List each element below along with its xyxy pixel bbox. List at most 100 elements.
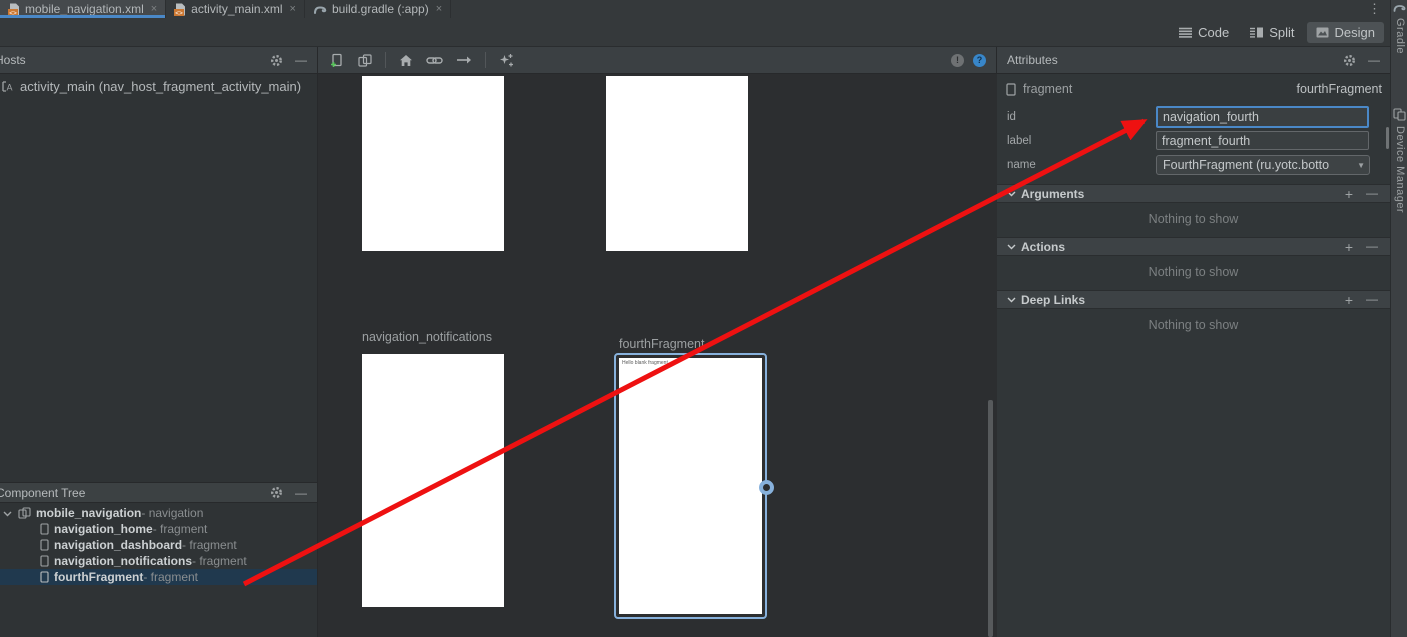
hide-panel-icon[interactable]: — bbox=[295, 54, 307, 66]
fragment-preview-dashboard[interactable] bbox=[606, 76, 748, 251]
deep-link-icon[interactable] bbox=[426, 55, 443, 66]
host-item-label: activity_main (nav_host_fragment_activit… bbox=[20, 79, 301, 94]
chevron-down-icon bbox=[1007, 295, 1016, 304]
tree-item-type: - fragment bbox=[192, 554, 247, 568]
tree-item-id: mobile_navigation bbox=[36, 506, 141, 520]
gear-icon[interactable] bbox=[270, 486, 283, 499]
close-icon[interactable]: × bbox=[434, 4, 442, 15]
nav-editor-toolbar: ! ? bbox=[318, 47, 997, 74]
remove-deep-link-icon[interactable]: — bbox=[1366, 293, 1378, 307]
fragment-preview-notifications[interactable] bbox=[362, 354, 504, 607]
tree-item-type: - fragment bbox=[143, 570, 198, 584]
tab-build-gradle[interactable]: build.gradle (:app) × bbox=[305, 0, 451, 18]
tab-overflow-icon[interactable]: ⋮ bbox=[1368, 1, 1381, 17]
component-type-label: fragment bbox=[1023, 82, 1072, 96]
id-field-input[interactable] bbox=[1156, 106, 1369, 128]
gradle-elephant-icon bbox=[1393, 3, 1406, 13]
svg-text:<>: <> bbox=[175, 10, 183, 16]
add-deep-link-icon[interactable]: + bbox=[1345, 293, 1353, 307]
hide-panel-icon[interactable]: — bbox=[295, 487, 307, 499]
gear-icon[interactable] bbox=[1343, 54, 1356, 67]
tree-item-fourthfragment[interactable]: fourthFragment - fragment bbox=[0, 569, 317, 585]
add-argument-icon[interactable]: + bbox=[1345, 187, 1353, 201]
tab-mobile-navigation-xml[interactable]: <> mobile_navigation.xml × bbox=[0, 0, 166, 18]
tree-item-navigation-dashboard[interactable]: navigation_dashboard - fragment bbox=[0, 537, 317, 553]
auto-arrange-icon[interactable] bbox=[499, 53, 514, 67]
tree-item-type: - fragment bbox=[182, 538, 237, 552]
code-view-label: Code bbox=[1198, 25, 1229, 40]
xml-file-icon: <> bbox=[174, 3, 186, 16]
label-field-input[interactable] bbox=[1156, 131, 1369, 150]
help-icon[interactable]: ? bbox=[973, 54, 986, 67]
action-arrow-icon[interactable] bbox=[456, 55, 472, 65]
design-view-button[interactable]: Design bbox=[1307, 22, 1384, 43]
device-manager-tool-tab[interactable]: Device Manager bbox=[1394, 126, 1406, 213]
tree-item-mobile-navigation[interactable]: mobile_navigation - navigation bbox=[0, 505, 317, 521]
android-studio-window: <> mobile_navigation.xml × <> activity_m… bbox=[0, 0, 1407, 637]
nested-graph-icon[interactable] bbox=[358, 54, 372, 67]
name-field-dropdown[interactable]: FourthFragment (ru.yotc.botto ▼ bbox=[1156, 155, 1370, 175]
tree-item-navigation-notifications[interactable]: navigation_notifications - fragment bbox=[0, 553, 317, 569]
gradle-tool-tab[interactable]: Gradle bbox=[1394, 18, 1406, 54]
fragment-preview-home[interactable] bbox=[362, 76, 504, 251]
hosts-panel-title: Hosts bbox=[0, 53, 26, 67]
home-icon[interactable] bbox=[399, 54, 413, 67]
fragment-label-fourth[interactable]: fourthFragment bbox=[619, 337, 704, 351]
svg-text:<>: <> bbox=[9, 10, 17, 16]
actions-empty-text: Nothing to show bbox=[997, 265, 1390, 279]
remove-argument-icon[interactable]: — bbox=[1366, 187, 1378, 201]
label-field-label: label bbox=[1007, 135, 1031, 147]
close-icon[interactable]: × bbox=[288, 4, 296, 15]
host-item-activity-main[interactable]: A activity_main (nav_host_fragment_activ… bbox=[0, 74, 317, 98]
deep-links-empty-text: Nothing to show bbox=[997, 318, 1390, 332]
fragment-label-notifications[interactable]: navigation_notifications bbox=[362, 330, 492, 344]
name-field-value: FourthFragment (ru.yotc.botto bbox=[1163, 158, 1354, 172]
tab-activity-main-xml[interactable]: <> activity_main.xml × bbox=[166, 0, 305, 18]
split-view-label: Split bbox=[1269, 25, 1294, 40]
add-destination-icon[interactable] bbox=[330, 53, 345, 68]
arguments-section-header[interactable]: Arguments + — bbox=[997, 184, 1390, 203]
warning-icon[interactable]: ! bbox=[951, 54, 964, 67]
right-tool-stripe: Gradle Device Manager bbox=[1390, 0, 1407, 637]
actions-section-header[interactable]: Actions + — bbox=[997, 237, 1390, 256]
attributes-scrollbar[interactable] bbox=[1386, 127, 1389, 149]
chevron-down-icon bbox=[1007, 189, 1016, 198]
connection-handle-center bbox=[763, 484, 770, 491]
component-id-label: fourthFragment bbox=[1297, 82, 1382, 96]
tab-label: activity_main.xml bbox=[191, 2, 282, 16]
gear-icon[interactable] bbox=[270, 54, 283, 67]
fourth-preview-text: Hello blank fragment bbox=[619, 358, 762, 366]
editor-mode-bar: Code Split Design bbox=[0, 18, 1390, 47]
canvas-vertical-scrollbar[interactable] bbox=[988, 400, 993, 637]
close-icon[interactable]: × bbox=[149, 4, 157, 15]
code-view-button[interactable]: Code bbox=[1170, 22, 1238, 43]
remove-action-icon[interactable]: — bbox=[1366, 240, 1378, 254]
design-view-label: Design bbox=[1335, 25, 1375, 40]
tab-label: build.gradle (:app) bbox=[332, 2, 429, 16]
chevron-down-icon[interactable] bbox=[3, 509, 12, 518]
hide-panel-icon[interactable]: — bbox=[1368, 54, 1380, 66]
hosts-panel: A activity_main (nav_host_fragment_activ… bbox=[0, 74, 318, 637]
toolbar-separator bbox=[485, 52, 486, 68]
tree-item-navigation-home[interactable]: navigation_home - fragment bbox=[0, 521, 317, 537]
deep-links-section-header[interactable]: Deep Links + — bbox=[997, 290, 1390, 309]
xml-file-icon: <> bbox=[8, 3, 20, 16]
name-field-label: name bbox=[1007, 159, 1036, 171]
toolbar-separator bbox=[385, 52, 386, 68]
attributes-panel: fragment fourthFragment id label name Fo… bbox=[997, 74, 1390, 637]
component-tree: mobile_navigation - navigation navigatio… bbox=[0, 505, 317, 585]
chevron-down-icon bbox=[1007, 242, 1016, 251]
fragment-icon bbox=[40, 523, 49, 535]
add-action-icon[interactable]: + bbox=[1345, 240, 1353, 254]
nav-graph-icon bbox=[18, 507, 31, 519]
split-view-button[interactable]: Split bbox=[1241, 22, 1303, 43]
action-connection-handle[interactable] bbox=[759, 480, 774, 495]
tree-item-id: navigation_home bbox=[54, 522, 153, 536]
hosts-panel-header: Hosts — bbox=[0, 47, 318, 74]
design-icon bbox=[1316, 27, 1329, 38]
arguments-section-title: Arguments bbox=[1021, 187, 1084, 201]
attributes-panel-header: Attributes — bbox=[997, 47, 1390, 74]
svg-text:A: A bbox=[6, 83, 12, 93]
component-tree-header: Component Tree — bbox=[0, 482, 317, 503]
fragment-preview-fourth[interactable]: Hello blank fragment bbox=[619, 358, 762, 614]
